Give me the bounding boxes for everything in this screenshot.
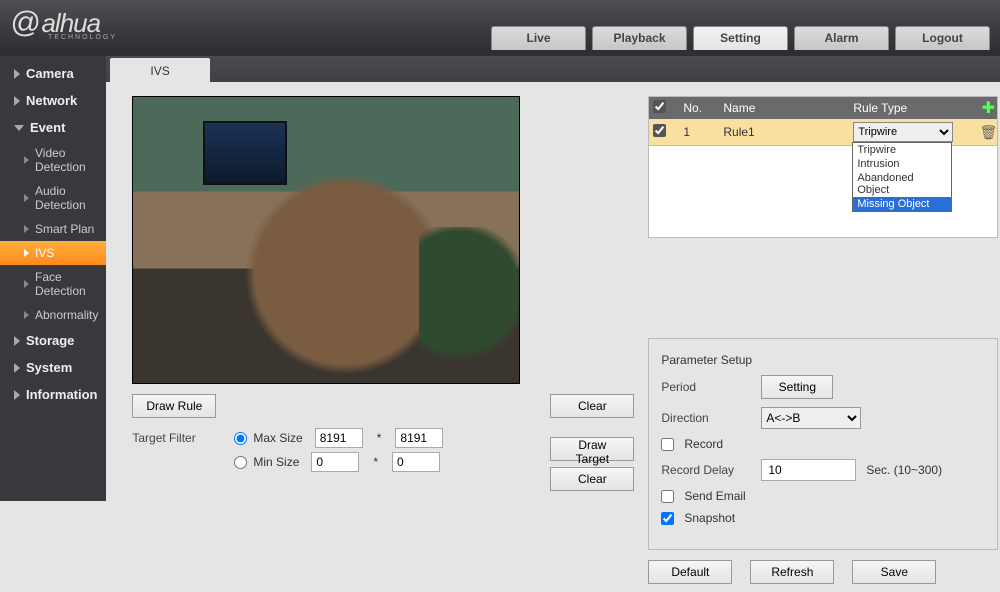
delete-icon[interactable]: 🗑 — [973, 124, 1000, 141]
option-missing[interactable]: Missing Object — [853, 197, 951, 211]
video-preview[interactable] — [132, 96, 520, 384]
record-delay-input[interactable] — [761, 459, 856, 481]
min-height-input[interactable] — [392, 452, 440, 472]
multiply-icon: * — [375, 431, 384, 445]
sidebar-item-network[interactable]: Network — [0, 87, 106, 114]
save-button[interactable]: Save — [852, 560, 936, 584]
record-delay-unit: Sec. (10~300) — [866, 463, 942, 477]
option-abandoned[interactable]: Abandoned Object — [853, 171, 951, 197]
topbar: @alhua TECHNOLOGY Live Playback Setting … — [0, 0, 1000, 50]
tab-playback[interactable]: Playback — [592, 26, 687, 50]
chevron-right-icon — [14, 390, 20, 400]
min-width-input[interactable] — [311, 452, 359, 472]
parameter-legend: Parameter Setup — [661, 353, 985, 367]
row-name[interactable]: Rule1 — [723, 125, 853, 139]
col-name: Name — [723, 101, 853, 115]
sidebar-item-storage[interactable]: Storage — [0, 327, 106, 354]
direction-select[interactable]: A<->B — [761, 407, 861, 429]
sidebar-item-system[interactable]: System — [0, 354, 106, 381]
period-setting-button[interactable]: Setting — [761, 375, 833, 399]
mid-panel: Clear Draw Target Clear — [546, 96, 634, 584]
max-width-input[interactable] — [315, 428, 363, 448]
chevron-down-icon — [14, 125, 24, 131]
max-height-input[interactable] — [395, 428, 443, 448]
option-intrusion[interactable]: Intrusion — [853, 157, 951, 171]
max-size-radio[interactable]: Max Size — [234, 431, 302, 445]
clear-rule-button[interactable]: Clear — [550, 394, 634, 418]
sidebar-item-camera[interactable]: Camera — [0, 60, 106, 87]
sidebar-item-abnormality[interactable]: Abnormality — [0, 303, 106, 327]
multiply-icon: * — [371, 455, 380, 469]
tab-alarm[interactable]: Alarm — [794, 26, 889, 50]
tab-live[interactable]: Live — [491, 26, 586, 50]
tab-logout[interactable]: Logout — [895, 26, 990, 50]
add-rule-icon[interactable]: ✚ — [973, 98, 1000, 118]
rule-type-select[interactable]: Tripwire — [853, 122, 953, 142]
content-tabs: IVS — [106, 56, 1000, 82]
direction-label: Direction — [661, 411, 751, 425]
content: IVS ? Draw Rule Target Filter Max Size * — [106, 56, 1000, 501]
content-tab-ivs[interactable]: IVS — [110, 58, 209, 82]
default-button[interactable]: Default — [648, 560, 732, 584]
col-ruletype: Rule Type — [853, 101, 973, 115]
draw-target-button[interactable]: Draw Target — [550, 437, 634, 461]
sidebar-item-information[interactable]: Information — [0, 381, 106, 408]
record-checkbox[interactable] — [661, 438, 674, 451]
max-size-radio-input[interactable] — [234, 432, 247, 445]
logo-mark: @ — [10, 6, 39, 40]
period-label: Period — [661, 380, 751, 394]
select-all-checkbox[interactable] — [653, 100, 666, 113]
sidebar: Camera Network Event Video Detection Aud… — [0, 56, 106, 501]
target-filter-label: Target Filter — [132, 431, 222, 445]
tab-setting[interactable]: Setting — [693, 26, 788, 50]
clear-target-button[interactable]: Clear — [550, 467, 634, 491]
sidebar-item-event[interactable]: Event — [0, 114, 106, 141]
min-size-radio-input[interactable] — [234, 456, 247, 469]
snapshot-checkbox[interactable] — [661, 512, 674, 525]
record-delay-label: Record Delay — [661, 463, 751, 477]
min-size-radio[interactable]: Min Size — [234, 455, 299, 469]
sidebar-item-audio-detection[interactable]: Audio Detection — [0, 179, 106, 217]
bottom-buttons: Default Refresh Save — [648, 560, 998, 584]
right-panel: No. Name Rule Type ✚ 1 Rule1 Tripwire 🗑 — [648, 96, 1000, 584]
logo-caption: TECHNOLOGY — [48, 34, 117, 41]
refresh-button[interactable]: Refresh — [750, 560, 834, 584]
left-panel: Draw Rule Target Filter Max Size * — [132, 96, 532, 584]
chevron-right-icon — [14, 363, 20, 373]
record-label: Record — [684, 437, 723, 451]
row-no: 1 — [683, 125, 723, 139]
snapshot-label: Snapshot — [684, 511, 735, 525]
sidebar-item-ivs[interactable]: IVS — [0, 241, 106, 265]
rule-table: No. Name Rule Type ✚ 1 Rule1 Tripwire 🗑 — [648, 96, 998, 146]
parameter-setup: Parameter Setup Period Setting Direction… — [648, 338, 998, 550]
sidebar-item-video-detection[interactable]: Video Detection — [0, 141, 106, 179]
chevron-right-icon — [14, 69, 20, 79]
sidebar-item-face-detection[interactable]: Face Detection — [0, 265, 106, 303]
col-no: No. — [683, 101, 723, 115]
draw-rule-button[interactable]: Draw Rule — [132, 394, 216, 418]
rule-type-dropdown[interactable]: Tripwire Intrusion Abandoned Object Miss… — [852, 142, 952, 212]
chevron-right-icon — [14, 336, 20, 346]
chevron-right-icon — [14, 96, 20, 106]
table-header: No. Name Rule Type ✚ — [649, 97, 997, 119]
option-tripwire[interactable]: Tripwire — [853, 143, 951, 157]
row-checkbox[interactable] — [653, 124, 666, 137]
sidebar-item-smart-plan[interactable]: Smart Plan — [0, 217, 106, 241]
main-tabs: Live Playback Setting Alarm Logout — [491, 26, 990, 50]
logo: @alhua TECHNOLOGY — [10, 0, 100, 50]
